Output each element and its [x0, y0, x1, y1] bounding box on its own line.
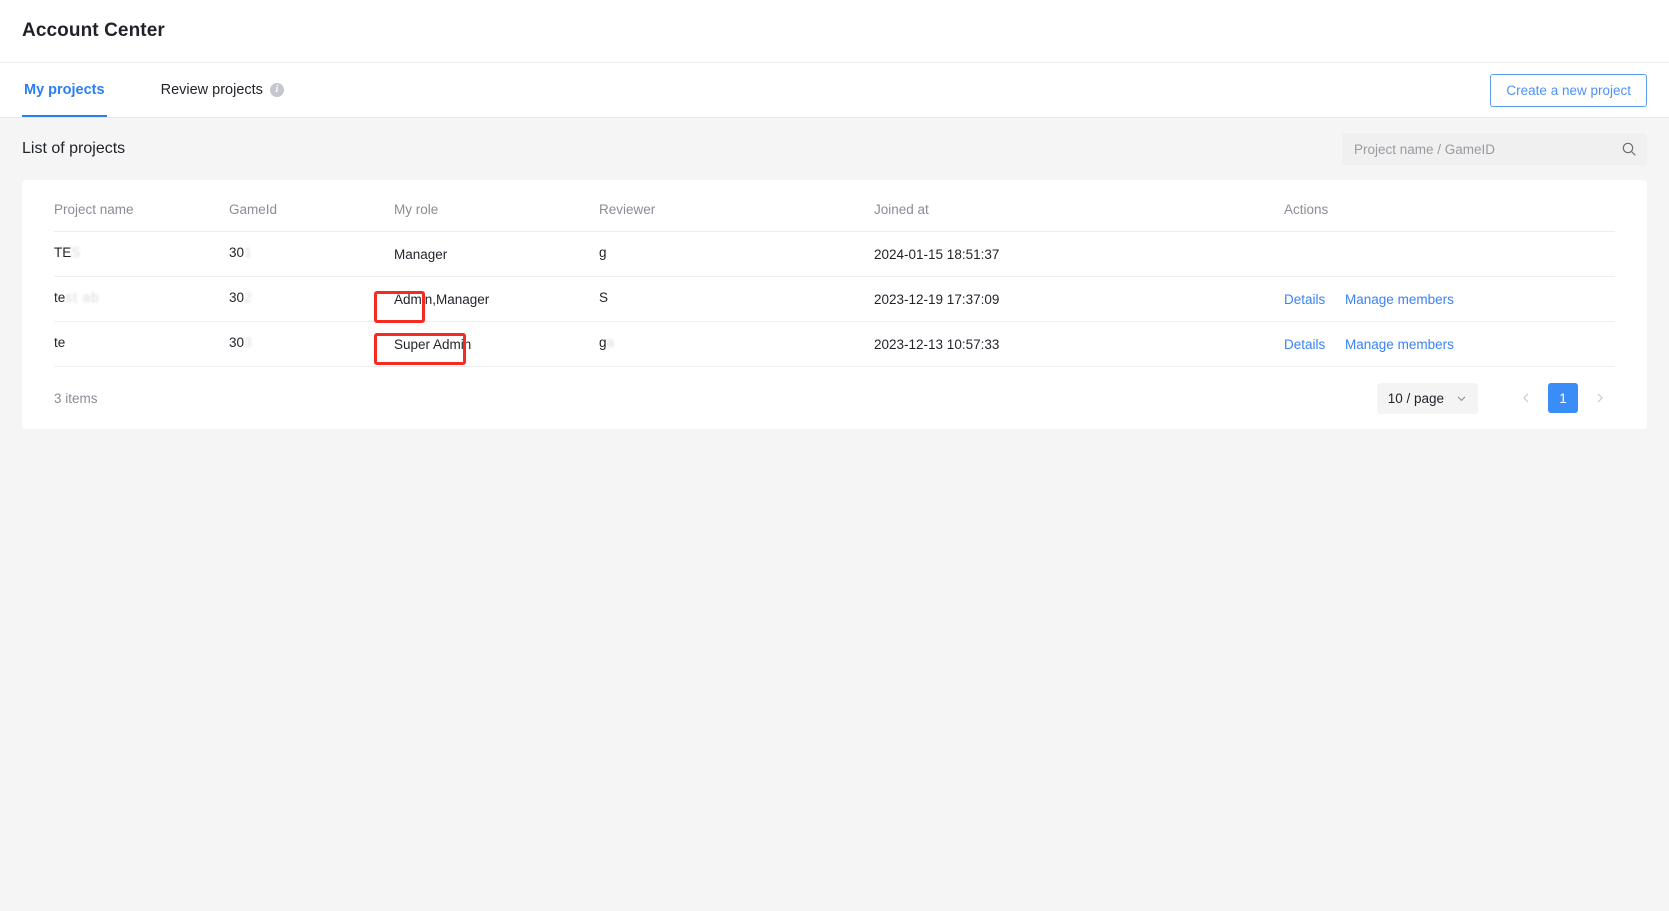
projects-card: Project name GameId My role Reviewer Joi… [22, 180, 1647, 429]
create-new-project-button[interactable]: Create a new project [1490, 74, 1647, 107]
tab-my-projects[interactable]: My projects [22, 63, 107, 117]
account-center-page: Account Center My projects Review projec… [0, 0, 1669, 911]
tab-my-projects-label: My projects [24, 82, 105, 98]
page-title: Account Center [22, 20, 165, 41]
projects-table: Project name GameId My role Reviewer Joi… [54, 180, 1615, 367]
cell-game-id: 302 [229, 276, 394, 322]
tab-review-projects-label: Review projects [160, 82, 263, 98]
project-name-value: te [54, 335, 66, 350]
cell-actions: Details Manage members [1284, 321, 1615, 367]
game-id-value: 301 [229, 245, 253, 260]
reviewer-value: ga [599, 335, 616, 350]
column-header-joined-at: Joined at [874, 180, 1284, 232]
table-footer: 3 items 10 / page 1 [54, 367, 1615, 429]
cell-game-id: 303 [229, 321, 394, 367]
chevron-down-icon [1456, 393, 1467, 404]
table-row[interactable]: test ab 302 Admin,Manager S 2023-12-19 1… [54, 276, 1615, 322]
cell-game-id: 301 [229, 231, 394, 277]
table-header-row: Project name GameId My role Reviewer Joi… [54, 180, 1615, 232]
create-new-project-label: Create a new project [1506, 83, 1631, 98]
column-header-reviewer: Reviewer [599, 180, 874, 232]
manage-members-link[interactable]: Manage members [1345, 337, 1454, 352]
page-size-select[interactable]: 10 / page [1376, 382, 1478, 414]
cell-reviewer: S [599, 276, 874, 322]
cell-reviewer: g [599, 231, 874, 277]
column-header-actions: Actions [1284, 180, 1615, 232]
reviewer-value: S [599, 290, 609, 305]
cell-project-name: te [54, 321, 229, 367]
search-icon[interactable] [1621, 141, 1637, 157]
pagination-prev-button[interactable] [1511, 383, 1541, 413]
cell-actions: Details Manage members [1284, 276, 1615, 322]
table-row[interactable]: te 303 Super Admin ga 2023-12-13 10:57:3… [54, 321, 1615, 367]
search-box[interactable] [1342, 133, 1647, 165]
cell-my-role: Manager [394, 231, 599, 277]
game-id-value: 302 [229, 290, 253, 305]
tab-review-projects[interactable]: Review projects i [159, 63, 286, 117]
cell-reviewer: ga [599, 321, 874, 367]
items-count: 3 items [54, 390, 98, 406]
tab-list: My projects Review projects i [22, 63, 286, 117]
details-link[interactable]: Details [1284, 292, 1325, 307]
details-link[interactable]: Details [1284, 337, 1325, 352]
cell-joined-at: 2024-01-15 18:51:37 [874, 231, 1284, 277]
cell-my-role: Admin,Manager [394, 276, 599, 322]
pagination-next-button[interactable] [1585, 383, 1615, 413]
cell-joined-at: 2023-12-13 10:57:33 [874, 321, 1284, 367]
cell-actions [1284, 231, 1615, 277]
project-name-value: test ab [54, 290, 100, 305]
table-row[interactable]: TES 301 Manager g 2024-01-15 18:51:37 [54, 231, 1615, 277]
column-header-my-role: My role [394, 180, 599, 232]
cell-my-role: Super Admin [394, 321, 599, 367]
cell-project-name: test ab [54, 276, 229, 322]
page-header: Account Center [0, 0, 1669, 63]
list-title: List of projects [22, 140, 126, 157]
cell-joined-at: 2023-12-19 17:37:09 [874, 276, 1284, 322]
info-icon[interactable]: i [269, 83, 284, 97]
manage-members-link[interactable]: Manage members [1345, 292, 1454, 307]
table-head: Project name GameId My role Reviewer Joi… [54, 180, 1615, 232]
table-body: TES 301 Manager g 2024-01-15 18:51:37 te… [54, 231, 1615, 367]
search-input[interactable] [1354, 141, 1621, 157]
column-header-game-id: GameId [229, 180, 394, 232]
tab-bar: My projects Review projects i Create a n… [0, 63, 1669, 118]
page-size-label: 10 / page [1387, 390, 1444, 406]
reviewer-value: g [599, 245, 607, 260]
column-header-project-name: Project name [54, 180, 229, 232]
cell-project-name: TES [54, 231, 229, 277]
project-name-value: TES [54, 245, 82, 260]
list-toolbar: List of projects [22, 118, 1647, 180]
pagination-page-1[interactable]: 1 [1548, 383, 1578, 413]
game-id-value: 303 [229, 335, 253, 350]
pagination: 10 / page 1 [1376, 382, 1615, 414]
content-area: List of projects Project name / GameID P… [0, 118, 1669, 429]
